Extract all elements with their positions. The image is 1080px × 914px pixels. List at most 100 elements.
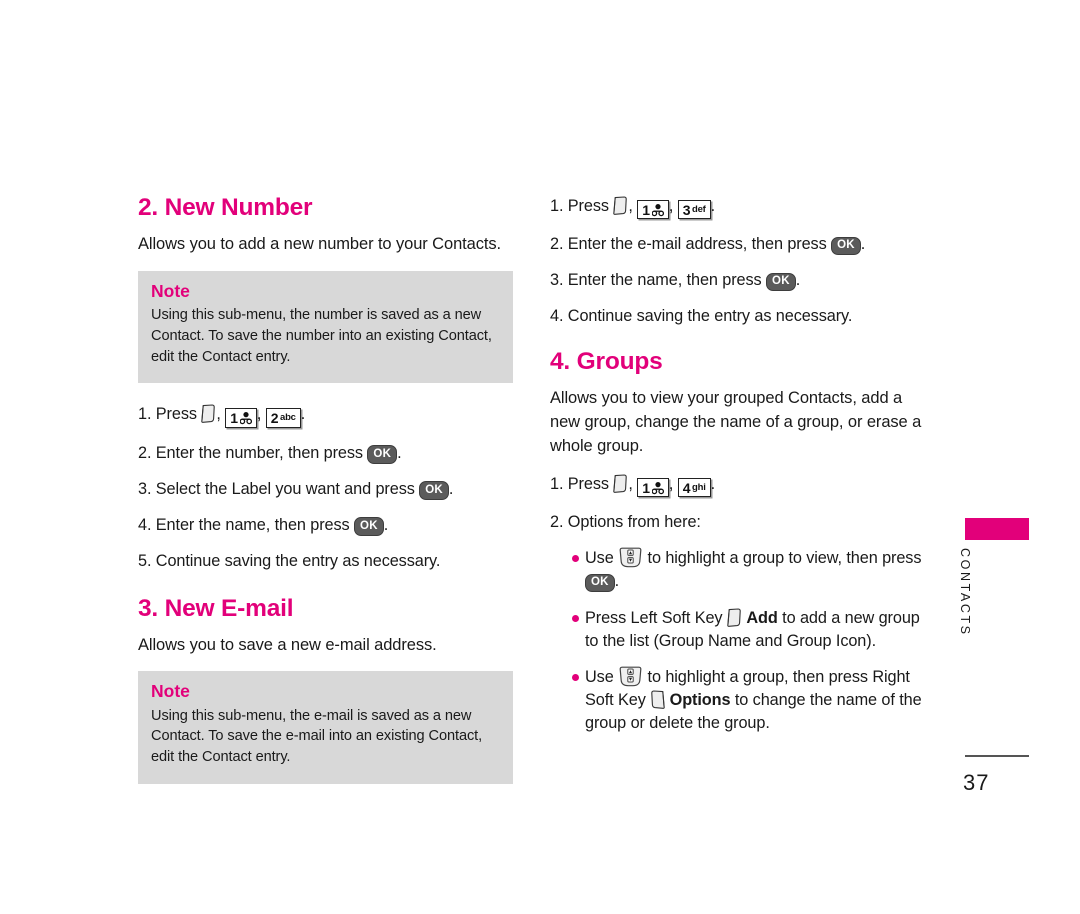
ok-key-icon: OK	[585, 573, 615, 593]
bullet-end: .	[614, 572, 620, 591]
step-item: 3. Enter the name, then press OK.	[550, 269, 935, 292]
chapter-tab-marker	[965, 518, 1029, 540]
step-end: .	[860, 235, 866, 254]
step-item: 1. Press , 1, 2 abc.	[138, 403, 513, 428]
step-item: 1. Press , 1, 3 def.	[550, 195, 935, 220]
voicemail-glyph-icon	[239, 411, 252, 425]
chapter-tab-label: CONTACTS	[958, 548, 972, 637]
manual-page: 2. New Number Allows you to add a new nu…	[0, 0, 1080, 914]
intro-groups: Allows you to view your grouped Contacts…	[550, 389, 922, 456]
heading-groups: 4. Groups	[550, 348, 663, 376]
note-body: Using this sub-menu, the e-mail is saved…	[151, 707, 483, 766]
footer-divider	[965, 755, 1029, 757]
note-box-new-email: Note Using this sub-menu, the e-mail is …	[138, 671, 513, 784]
left-soft-key-icon	[613, 196, 628, 215]
page-number: 37	[963, 770, 990, 795]
step-sep: ,	[628, 197, 633, 215]
step-text: 2. Enter the number, then press	[138, 443, 363, 462]
note-title: Note	[151, 280, 190, 301]
step-item: 4. Enter the name, then press OK.	[138, 514, 513, 536]
intro-new-number: Allows you to add a new number to your C…	[138, 234, 501, 253]
right-column: 1. Press , 1, 3 def. 2. Enter the e-mail …	[550, 195, 935, 735]
key-digit: 1	[230, 409, 238, 426]
step-text: 3. Select the Label you want and press	[138, 479, 415, 498]
step-end: .	[397, 443, 402, 462]
ok-key-icon: OK	[367, 445, 398, 464]
keypad-key-4-icon: 4 ghi	[677, 478, 711, 498]
key-digit: 3	[682, 201, 691, 218]
key-subtext: ghi	[691, 481, 706, 493]
step-end: .	[710, 475, 716, 493]
left-soft-key-icon	[727, 608, 742, 627]
key-digit: 4	[682, 479, 691, 496]
step-text: 5. Continue saving the entry as necessar…	[138, 551, 441, 570]
note-title: Note	[151, 681, 190, 702]
step-item: 5. Continue saving the entry as necessar…	[138, 550, 513, 572]
heading-new-email: 3. New E-mail	[138, 594, 294, 622]
step-item: 3. Select the Label you want and press O…	[138, 478, 513, 500]
key-subtext: abc	[279, 412, 296, 424]
keypad-key-3-icon: 3 def	[677, 200, 711, 220]
ok-key-icon: OK	[831, 236, 861, 256]
bullet-text: Use	[585, 549, 614, 568]
step-end: .	[300, 405, 306, 424]
step-text: 3. Enter the name, then press	[550, 271, 762, 290]
heading-new-number: 2. New Number	[138, 194, 313, 221]
step-item: 1. Press , 1, 4 ghi.	[550, 473, 935, 498]
navigation-key-icon	[618, 666, 643, 687]
step-sep: ,	[256, 405, 262, 424]
ok-key-icon: OK	[354, 517, 384, 536]
step-text: 2. Options from here:	[550, 513, 701, 532]
key-digit: 2	[270, 409, 279, 426]
keypad-key-2-icon: 2 abc	[265, 408, 301, 428]
bullet-text: Press Left Soft Key	[585, 608, 723, 627]
step-text: 4. Enter the name, then press	[138, 515, 350, 534]
keypad-key-1-icon: 1	[637, 200, 669, 220]
step-text: 1. Press	[550, 197, 609, 215]
step-end: .	[710, 197, 716, 215]
key-digit: 1	[642, 201, 650, 218]
step-end: .	[383, 515, 389, 534]
bullet-text: Use	[585, 667, 614, 686]
step-end: .	[795, 271, 801, 290]
step-text: 1. Press	[550, 475, 609, 493]
ok-key-icon: OK	[766, 272, 796, 292]
key-subtext: def	[691, 203, 706, 215]
step-item: 4. Continue saving the entry as necessar…	[550, 305, 935, 327]
intro-new-email: Allows you to save a new e-mail address.	[138, 635, 437, 654]
steps-new-number: 1. Press , 1, 2 abc. 2. Enter the number,…	[138, 403, 513, 571]
steps-groups: 1. Press , 1, 4 ghi. 2. Options from here…	[550, 473, 935, 735]
voicemail-glyph-icon	[651, 203, 664, 217]
left-column: 2. New Number Allows you to add a new nu…	[138, 194, 513, 804]
key-digit: 1	[642, 479, 650, 496]
step-item: 2. Options from here:	[550, 511, 935, 533]
left-soft-key-icon	[613, 474, 628, 493]
keypad-key-1-icon: 1	[225, 408, 257, 428]
note-body: Using this sub-menu, the number is saved…	[151, 307, 492, 365]
bullet-text: to highlight a group to view, then press	[647, 549, 922, 568]
voicemail-glyph-icon	[651, 481, 664, 495]
step-text: 2. Enter the e-mail address, then press	[550, 235, 827, 254]
steps-new-email: 1. Press , 1, 3 def. 2. Enter the e-mail …	[550, 195, 935, 327]
note-box-new-number: Note Using this sub-menu, the number is …	[138, 270, 513, 384]
step-sep: ,	[668, 475, 674, 493]
step-sep: ,	[216, 405, 221, 424]
left-soft-key-icon	[201, 404, 216, 424]
groups-options-list: Use to highlight a group to view, then p…	[550, 547, 935, 735]
right-soft-key-icon	[650, 690, 665, 709]
list-item: Use to highlight a group to view, then p…	[572, 547, 935, 593]
step-text: 1. Press	[138, 405, 197, 424]
step-item: 2. Enter the number, then press OK.	[138, 442, 513, 464]
softkey-label-add: Add	[746, 608, 778, 627]
softkey-label-options: Options	[669, 691, 731, 709]
step-item: 2. Enter the e-mail address, then press …	[550, 233, 935, 256]
list-item: Press Left Soft Key Add to add a new gro…	[572, 607, 935, 653]
list-item: Use to highlight a group, then press Rig…	[572, 666, 935, 735]
ok-key-icon: OK	[419, 481, 449, 500]
step-sep: ,	[628, 475, 633, 493]
navigation-key-icon	[618, 547, 643, 568]
step-end: .	[448, 479, 454, 498]
step-sep: ,	[668, 197, 674, 215]
keypad-key-1-icon: 1	[637, 478, 669, 498]
step-text: 4. Continue saving the entry as necessar…	[550, 307, 853, 326]
